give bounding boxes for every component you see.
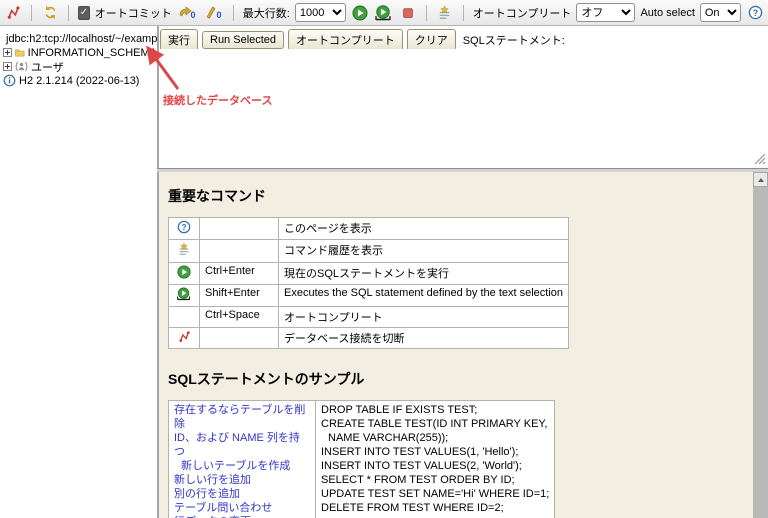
table-row: Ctrl+Enter 現在のSQLステートメントを実行 [168,262,570,285]
help-content: 重要なコマンド ? このページを表示 コマンド履歴を表示 Ctrl+Enter … [168,176,746,518]
sample-sql: DROP TABLE IF EXISTS TEST; [321,404,478,416]
svg-text:?: ? [181,222,186,232]
refresh-icon[interactable] [41,4,59,22]
important-commands-title: 重要なコマンド [168,188,266,204]
auto-select-select[interactable]: On [699,3,741,22]
sample-link-query-table[interactable]: テーブル問い合わせ [174,501,310,515]
toolbar-separator [232,4,234,21]
command-desc: オートコンプリート [277,306,570,328]
commit-icon[interactable]: 0 [177,4,198,22]
max-rows-select[interactable]: 1000 [294,3,346,22]
command-desc: Executes the SQL statement defined by th… [277,284,570,307]
autocomplete-button[interactable]: オートコンプリート [288,29,403,51]
rollback-icon[interactable]: 0 [203,4,224,22]
clear-button[interactable]: クリア [406,29,456,51]
sample-sql: INSERT INTO TEST VALUES(1, 'Hello'); [321,446,519,458]
important-commands-table: ? このページを表示 コマンド履歴を表示 Ctrl+Enter 現在のSQLステ… [168,217,570,349]
history-icon [179,242,189,255]
toolbar-separator [462,4,464,21]
sql-samples-table: 存在するならテーブルを削除 ID、および NAME 列を持つ 新しいテーブルを作… [168,400,556,518]
svg-text:?: ? [752,8,757,18]
run-icon [177,265,191,279]
sample-link-insert-row[interactable]: 新しい行を追加 [174,473,310,487]
expand-icon[interactable] [3,48,12,57]
database-tree: jdbc:h2:tcp://localhost/~/example INFORM… [0,26,157,518]
sample-link-drop-table[interactable]: 存在するならテーブルを削除 [174,403,310,431]
version-label: H2 2.1.214 (2022-06-13) [19,74,140,87]
table-row: ? このページを表示 [168,217,570,240]
resize-grip-icon[interactable] [754,153,766,165]
toolbar-separator [31,4,32,21]
help-pane: 重要なコマンド ? このページを表示 コマンド履歴を表示 Ctrl+Enter … [159,172,768,518]
info-icon [3,74,16,87]
scrollbar[interactable] [753,172,768,518]
run-selected-icon[interactable] [374,4,394,22]
sidebar-item-version[interactable]: H2 2.1.214 (2022-06-13) [0,74,157,87]
command-desc: コマンド履歴を表示 [277,239,570,263]
sample-sql: NAME VARCHAR(255)); [328,432,449,444]
max-rows-label: 最大行数: [242,7,290,20]
table-row: データベース接続を切断 [168,327,570,349]
schema-label: INFORMATION_SCHEMA [27,46,157,59]
toolbar-separator [425,4,427,21]
main-toolbar: ✓ オートコミット 0 0 最大行数: 1000 オートコンプリート オフ Au… [0,0,768,26]
table-row: 存在するならテーブルを削除 ID、および NAME 列を持つ 新しいテーブルを作… [168,400,556,518]
disconnect-icon [178,331,190,342]
help-icon[interactable]: ? [746,4,764,22]
disconnect-icon[interactable] [4,4,22,22]
run-selected-button[interactable]: Run Selected [202,31,285,49]
scrollbar-up-icon[interactable] [753,172,768,187]
svg-text:0: 0 [190,10,195,20]
shortcut-cell [199,239,279,263]
users-icon [15,61,28,72]
shortcut-cell: Shift+Enter [199,284,279,307]
sidebar-item-users[interactable]: ユーザ [0,60,157,74]
autocommit-checkbox[interactable]: ✓ [78,5,90,20]
command-desc: データベース接続を切断 [277,327,570,349]
sample-sql: DELETE FROM TEST WHERE ID=2; [321,502,504,514]
autocomplete-label: オートコンプリート [472,7,572,20]
sample-sql: CREATE TABLE TEST(ID INT PRIMARY KEY, [321,418,548,430]
query-pane: 実行 Run Selected オートコンプリート クリア SQLステートメント… [159,26,768,168]
sample-link-create-table-cont[interactable]: 新しいテーブルを作成 [174,459,310,473]
table-row: コマンド履歴を表示 [168,239,570,263]
sample-link-create-table[interactable]: ID、および NAME 列を持つ [174,431,310,459]
history-icon[interactable] [436,4,454,22]
cancel-icon[interactable] [399,4,417,22]
folder-icon [15,49,25,57]
toolbar-separator [68,4,69,21]
sql-samples-title: SQLステートメントのサンプル [168,371,365,387]
command-desc: 現在のSQLステートメントを実行 [277,262,570,285]
shortcut-cell [199,327,279,349]
sidebar-item-connection[interactable]: jdbc:h2:tcp://localhost/~/example [0,32,157,45]
connection-url: jdbc:h2:tcp://localhost/~/example [6,32,157,45]
table-row: Ctrl+Space オートコンプリート [168,306,570,328]
table-row: Shift+Enter Executes the SQL statement d… [168,284,570,307]
h2-console-window: ✓ オートコミット 0 0 最大行数: 1000 オートコンプリート オフ Au… [0,0,768,518]
auto-select-label: Auto select [640,6,695,19]
sql-statement-label: SQLステートメント: [462,35,565,47]
shortcut-cell: Ctrl+Space [199,306,279,328]
sidebar-item-information-schema[interactable]: INFORMATION_SCHEMA [0,46,157,59]
help-icon: ? [177,220,191,234]
command-desc: このページを表示 [277,217,570,240]
run-icon[interactable] [351,4,369,22]
sample-link-insert-another-row[interactable]: 別の行を追加 [174,487,310,501]
autocommit-label: オートコミット [94,7,172,20]
sql-editor[interactable] [159,49,754,154]
svg-text:0: 0 [216,10,221,20]
run-button[interactable]: 実行 [160,29,198,51]
shortcut-cell: Ctrl+Enter [199,262,279,285]
run-selected-icon [177,287,191,301]
expand-icon[interactable] [3,62,12,71]
sample-sql: INSERT INTO TEST VALUES(2, 'World'); [321,460,522,472]
shortcut-cell [199,217,279,240]
autocomplete-select[interactable]: オフ [576,3,636,22]
users-label: ユーザ [31,61,64,74]
sample-sql: SELECT * FROM TEST ORDER BY ID; [321,474,515,486]
sample-sql: UPDATE TEST SET NAME='Hi' WHERE ID=1; [321,488,550,500]
